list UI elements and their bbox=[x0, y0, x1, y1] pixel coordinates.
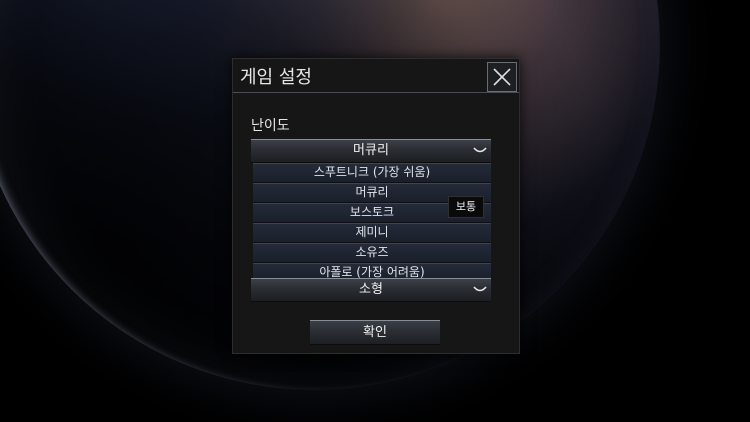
chevron-down-icon bbox=[473, 286, 487, 292]
dialog-header: 게임 설정 bbox=[233, 59, 519, 93]
dialog-title: 게임 설정 bbox=[240, 67, 312, 88]
size-dropdown[interactable]: 소형 bbox=[251, 278, 491, 302]
difficulty-dropdown[interactable]: 머큐리 bbox=[251, 139, 491, 163]
close-icon bbox=[493, 68, 511, 86]
difficulty-options-list: 스푸트니크 (가장 쉬움) 머큐리 보스토크 제미니 소유즈 아폴로 (가장 어… bbox=[253, 163, 491, 283]
size-selected-value: 소형 bbox=[359, 282, 383, 297]
difficulty-option[interactable]: 소유즈 bbox=[253, 243, 491, 262]
ok-button[interactable]: 확인 bbox=[310, 320, 440, 345]
difficulty-label: 난이도 bbox=[251, 118, 290, 134]
close-button[interactable] bbox=[487, 62, 517, 92]
chevron-down-icon bbox=[473, 147, 487, 153]
difficulty-option[interactable]: 스푸트니크 (가장 쉬움) bbox=[253, 163, 491, 182]
difficulty-tooltip: 보통 bbox=[448, 196, 484, 218]
difficulty-option[interactable]: 제미니 bbox=[253, 223, 491, 242]
difficulty-selected-value: 머큐리 bbox=[353, 143, 389, 158]
